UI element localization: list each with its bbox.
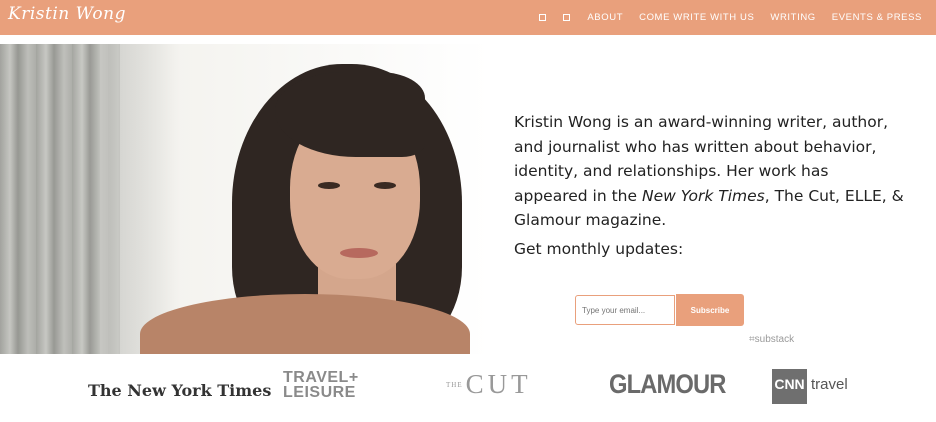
travel-leisure-logo: TRAVEL+ LEISURE (283, 369, 359, 401)
portrait-left-eye (318, 182, 340, 189)
author-bio: Kristin Wong is an award-winning writer,… (514, 113, 904, 229)
site-logo[interactable]: Kristin Wong (8, 4, 126, 24)
nyt-logo: The New York Times (88, 381, 272, 400)
site-header: Kristin Wong ABOUT COME WRITE WITH US WR… (0, 0, 936, 35)
nav-come-write-with-us[interactable]: COME WRITE WITH US (639, 12, 754, 23)
social-square-icon-1[interactable] (539, 14, 547, 21)
monthly-updates-label: Get monthly updates: (514, 240, 684, 258)
nav-writing[interactable]: WRITING (770, 12, 815, 23)
cnn-travel-label: travel (811, 376, 848, 393)
press-logos: The New York Times TRAVEL+ LEISURE THE CU… (0, 355, 936, 422)
glamour-logo: GLAMOUR (609, 369, 726, 399)
nyt-emphasis: New York Times (641, 186, 765, 205)
subscribe-button[interactable]: Subscribe (676, 294, 744, 326)
portrait-lips (340, 248, 378, 258)
the-cut-logo: THE CUT (446, 369, 532, 399)
nav-about[interactable]: ABOUT (587, 12, 623, 23)
substack-credit[interactable]: ⌗substack (749, 334, 794, 345)
cnn-logo-box: CNN (772, 369, 807, 404)
main-nav: ABOUT COME WRITE WITH US WRITING EVENTS … (539, 12, 922, 23)
portrait-right-eye (374, 182, 396, 189)
social-square-icon-2[interactable] (563, 14, 571, 21)
email-input[interactable] (575, 295, 675, 325)
nav-events-press[interactable]: EVENTS & PRESS (832, 12, 922, 23)
hero-portrait-photo (0, 44, 490, 354)
